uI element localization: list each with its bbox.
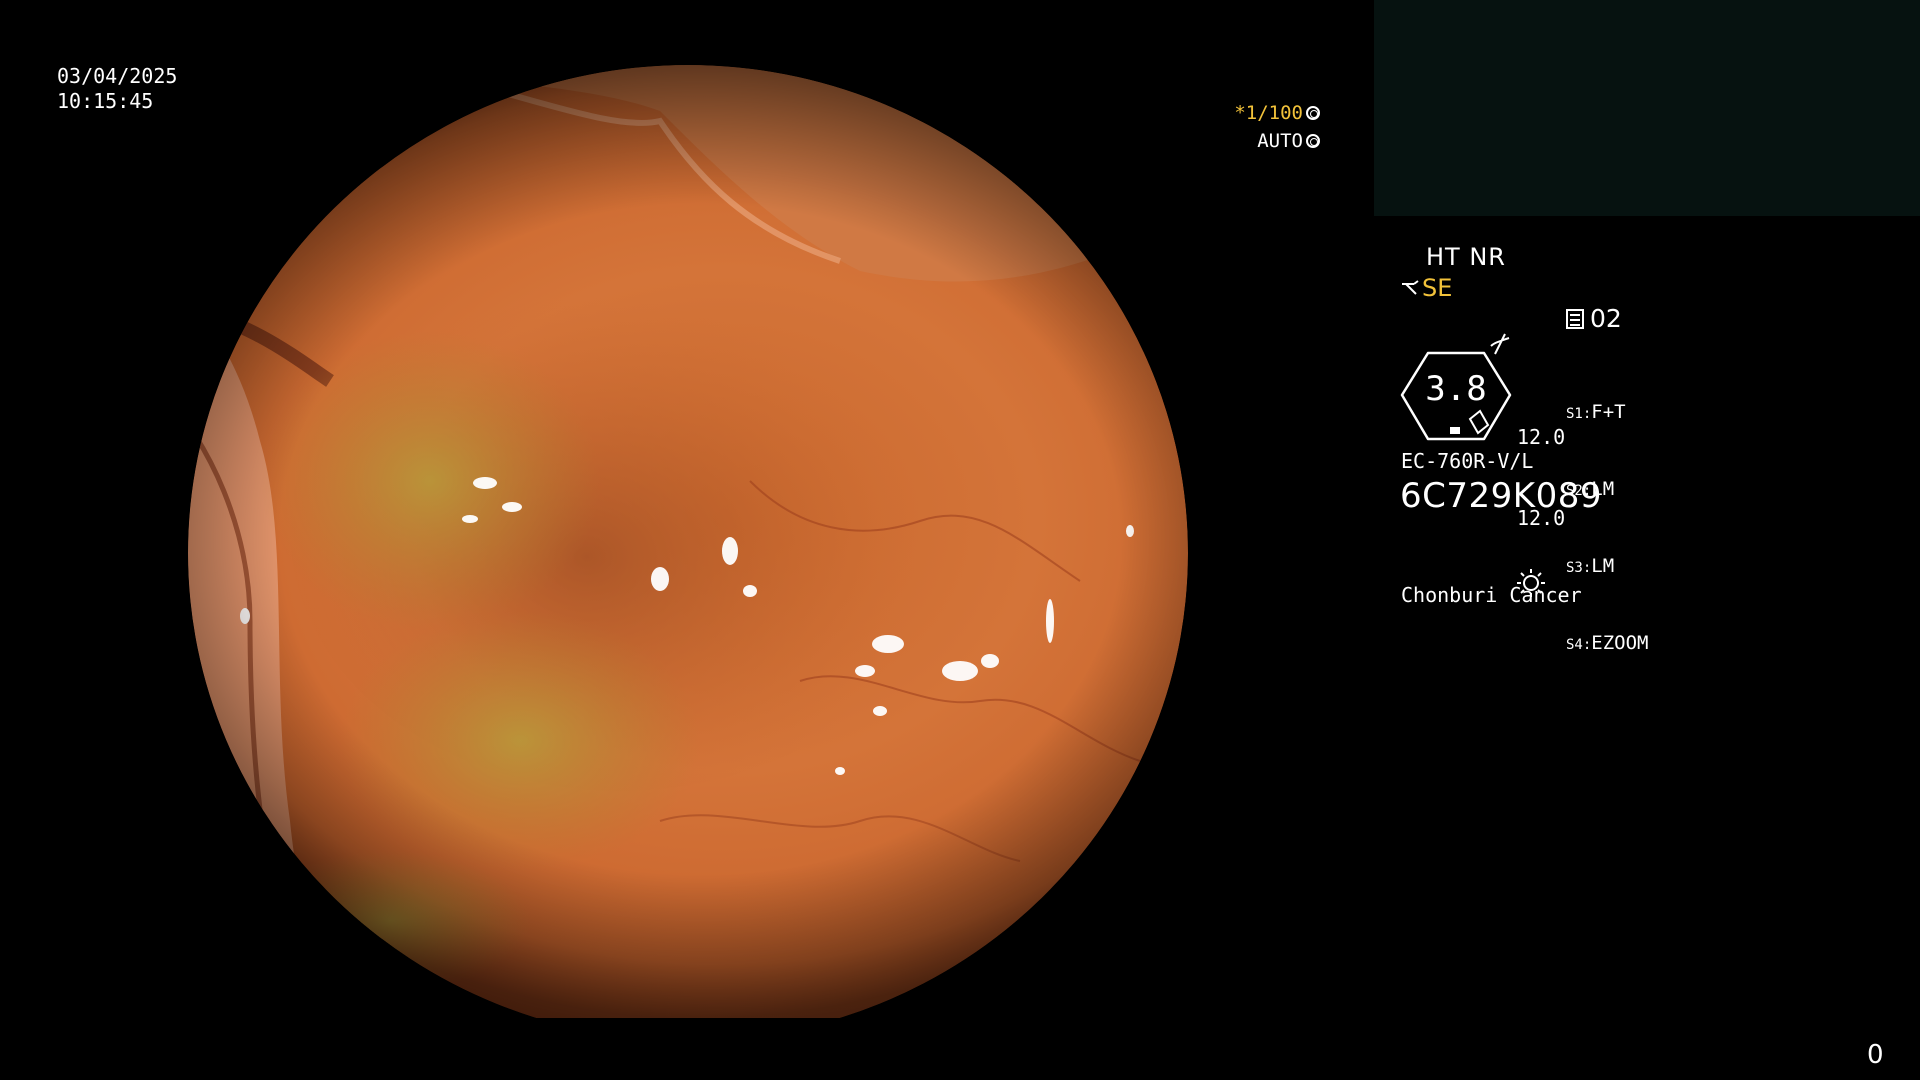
time-text: 10:15:45: [57, 89, 154, 113]
frame-counter: 0: [1867, 1040, 1884, 1070]
channel-row: 02: [1566, 304, 1622, 333]
endoscopic-image: [100, 61, 1300, 1018]
shutter-icon: [1306, 106, 1320, 120]
datetime: 03/04/2025 10:15:45: [57, 64, 177, 114]
hospital-name: Chonburi Cancer: [1401, 583, 1582, 607]
enhance-mode: SE: [1422, 274, 1453, 302]
processing-mode: HT NR: [1426, 243, 1506, 271]
memory-icon: [1566, 308, 1584, 329]
channel-number: 02: [1590, 304, 1622, 333]
scope-model: EC-760R-V/L: [1401, 449, 1534, 473]
scene-item-4: S4:EZOOM: [1566, 632, 1649, 654]
shutter-speed: *1/100: [1234, 102, 1303, 124]
iris-mode: AUTO: [1257, 130, 1303, 152]
iris-icon: [1306, 134, 1320, 148]
exposure-settings: *1/100 AUTO: [1228, 99, 1320, 155]
zoom-badge: 3.8: [1400, 351, 1512, 441]
scene-item-1: S1:F+T: [1566, 401, 1626, 423]
enhance-icon: [1402, 280, 1419, 295]
scope-serial: 6C729K089: [1400, 476, 1602, 516]
scene-item-3: S3:LM: [1566, 555, 1615, 577]
scene-list: S1:F+T S2:LM S3:LM S4:EZOOM: [1566, 350, 1649, 708]
enhance-row: SE: [1400, 274, 1452, 302]
endoscopy-screen: 03/04/2025 10:15:45 *1/100 AUTO HT NR SE: [0, 0, 1920, 1080]
date-text: 03/04/2025: [57, 64, 178, 88]
zoom-value: 3.8: [1425, 369, 1487, 409]
colon-mucosa-image: [100, 61, 1300, 1018]
preview-panel: [1374, 0, 1920, 216]
